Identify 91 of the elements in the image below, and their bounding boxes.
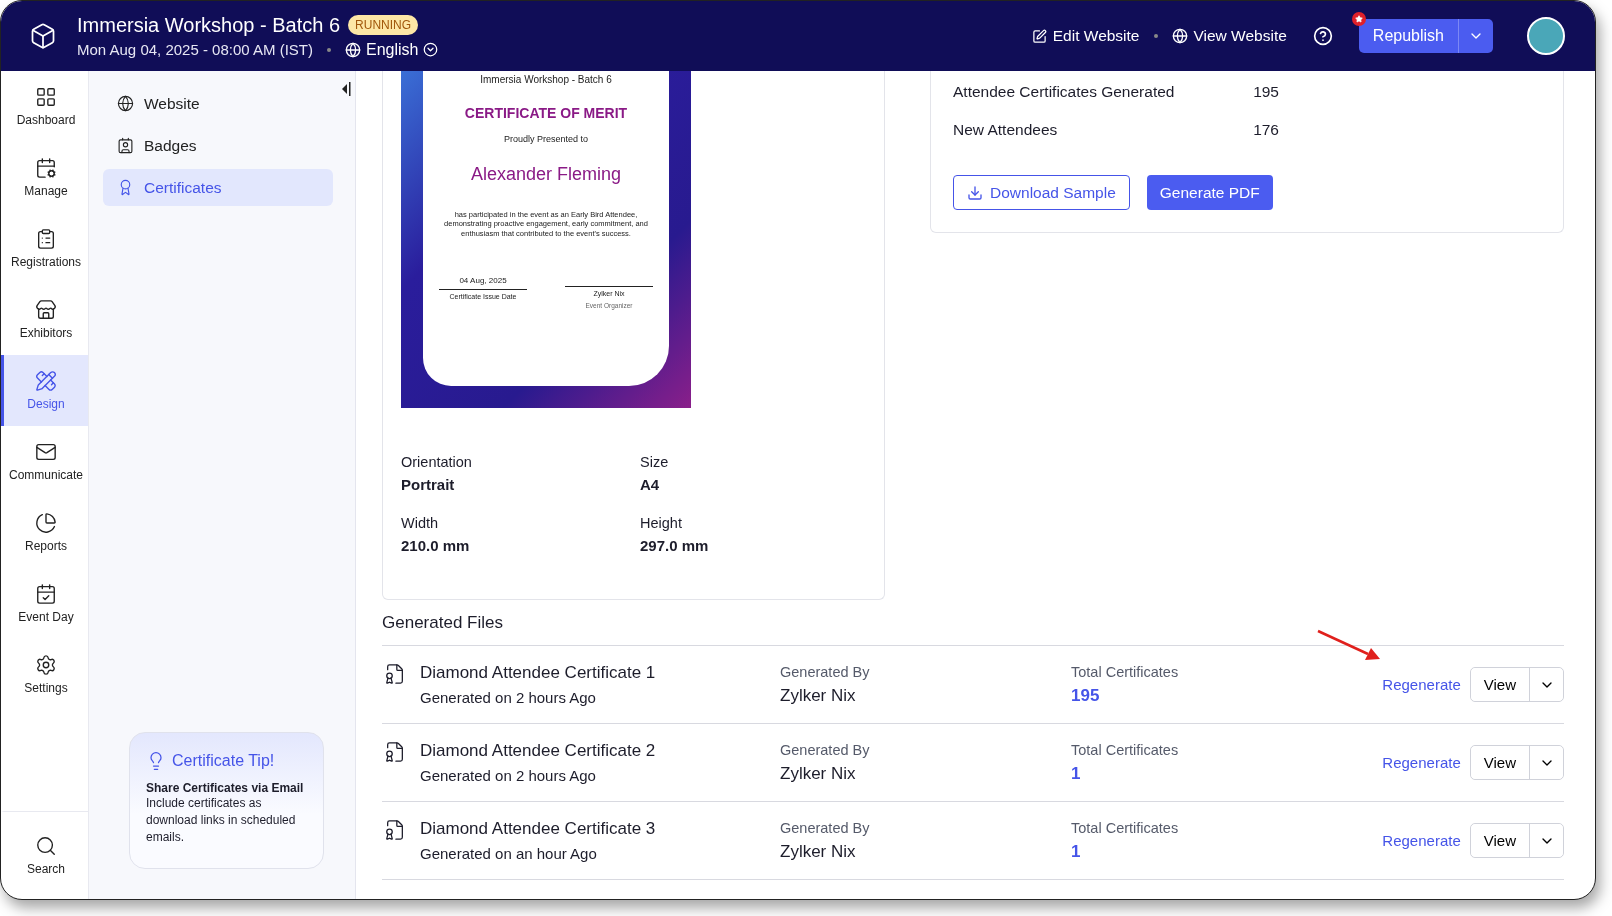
edit-icon <box>1031 28 1047 44</box>
sidebar-item[interactable]: Communicate <box>1 426 88 497</box>
nav-item[interactable]: Website <box>103 85 333 122</box>
regenerate-link[interactable]: Regenerate <box>1382 832 1461 849</box>
globe-icon <box>1171 28 1188 44</box>
status-badge: RUNNING <box>348 15 419 35</box>
nav-item[interactable]: Badges <box>103 127 333 164</box>
file-name: Diamond Attendee Certificate 3 <box>420 819 657 839</box>
column-label: Generated By <box>780 663 871 680</box>
mail-icon <box>35 441 57 463</box>
sidebar-item[interactable]: Registrations <box>1 213 88 284</box>
chevron-down-icon <box>423 42 439 57</box>
column-label: Total Certificates <box>1071 819 1180 836</box>
sidebar-item[interactable]: Settings <box>1 639 88 710</box>
column-label: Generated By <box>780 741 871 758</box>
sidebar-item[interactable]: Design <box>1 355 88 426</box>
clipboard-icon <box>35 228 57 250</box>
sidebar-item[interactable]: Reports <box>1 497 88 568</box>
view-button[interactable]: View <box>1470 824 1530 857</box>
stat-value: 176 <box>1253 121 1279 139</box>
storefront-icon <box>35 299 57 321</box>
tip-heading: Share Certificates via Email <box>146 781 305 795</box>
file-name: Diamond Attendee Certificate 1 <box>420 663 657 683</box>
file-date: Generated on 2 hours Ago <box>420 767 597 784</box>
property-value: 210.0 mm <box>401 537 471 554</box>
file-name: Diamond Attendee Certificate 2 <box>420 741 657 761</box>
language-selector[interactable]: English <box>344 40 439 59</box>
sidebar-item[interactable]: Event Day <box>1 568 88 639</box>
download-sample-button[interactable]: Download Sample <box>953 175 1130 210</box>
stat-label: Attendee Certificates Generated <box>953 83 1175 101</box>
regenerate-link[interactable]: Regenerate <box>1382 754 1461 771</box>
generated-by: Zylker Nix <box>780 841 857 862</box>
stat-value: 195 <box>1253 83 1279 101</box>
event-title: Immersia Workshop - Batch 6 <box>77 13 341 37</box>
generated-by: Zylker Nix <box>780 763 857 784</box>
nav-item[interactable]: Certificates <box>103 169 333 206</box>
logo-icon <box>29 22 57 50</box>
globe-icon <box>117 95 134 112</box>
certificate-recipient: Alexander Fleming <box>470 163 622 186</box>
sidebar-item[interactable]: Manage <box>1 142 88 213</box>
certificate-subtitle: Proudly Presented to <box>503 134 589 146</box>
sidebar-item[interactable]: Dashboard <box>1 71 88 142</box>
column-label: Generated By <box>780 819 871 836</box>
collapse-panel-icon[interactable] <box>341 81 351 97</box>
pencil-ruler-icon <box>35 370 57 392</box>
id-badge-icon <box>117 137 134 154</box>
file-date: Generated on an hour Ago <box>420 845 598 862</box>
certificate-count-link[interactable]: 1 <box>1071 763 1291 784</box>
property-value: 297.0 mm <box>640 537 710 554</box>
property-label: Size <box>640 454 670 470</box>
file-date: Generated on 2 hours Ago <box>420 689 597 706</box>
pie-chart-icon <box>35 512 57 534</box>
grid-icon <box>35 86 57 108</box>
view-button[interactable]: View <box>1470 746 1530 779</box>
search-icon <box>35 835 57 857</box>
certificate-event: Immersia Workshop - Batch 6 <box>480 74 612 87</box>
property-label: Height <box>640 515 683 531</box>
certificate-file-icon <box>384 819 406 841</box>
sidebar-item[interactable]: Exhibitors <box>1 284 88 355</box>
property-value: Portrait <box>401 476 456 493</box>
property-label: Orientation <box>401 454 473 470</box>
help-icon[interactable] <box>1312 26 1333 46</box>
section-title: Generated Files <box>382 613 1564 646</box>
download-icon <box>967 184 983 201</box>
search-button[interactable]: Search <box>1 811 88 899</box>
settings-icon <box>35 654 57 676</box>
event-datetime: Mon Aug 04, 2025 - 08:00 AM (IST) <box>77 41 313 58</box>
certificate-count-link[interactable]: 1 <box>1071 841 1291 862</box>
column-label: Total Certificates <box>1071 663 1180 680</box>
view-website-link[interactable]: View Website <box>1171 27 1287 45</box>
column-label: Total Certificates <box>1071 741 1180 758</box>
certificate-heading: CERTIFICATE OF MERIT <box>464 104 628 122</box>
certificate-file-icon <box>384 663 406 685</box>
user-avatar[interactable] <box>1527 17 1565 55</box>
generate-pdf-button[interactable]: Generate PDF <box>1146 175 1273 210</box>
generated-by: Zylker Nix <box>780 685 857 706</box>
certificate-file-icon <box>384 741 406 763</box>
view-button[interactable]: View <box>1470 668 1530 701</box>
globe-icon <box>344 41 361 58</box>
certificate-date: 04 Aug, 2025 <box>459 275 507 286</box>
edit-website-link[interactable]: Edit Website <box>1031 27 1140 45</box>
calendar-gear-icon <box>35 157 57 179</box>
stat-label: New Attendees <box>953 121 1058 139</box>
property-value: A4 <box>640 476 661 493</box>
tip-title: Certificate Tip! <box>146 751 307 771</box>
republish-button[interactable]: Republish <box>1358 19 1459 53</box>
property-label: Width <box>401 515 440 531</box>
tip-text: Include certificates as download links in scheduled emails. <box>146 795 297 846</box>
regenerate-link[interactable]: Regenerate <box>1382 676 1461 693</box>
calendar-check-icon <box>35 583 57 605</box>
certificate-count-link[interactable]: 195 <box>1071 685 1291 706</box>
